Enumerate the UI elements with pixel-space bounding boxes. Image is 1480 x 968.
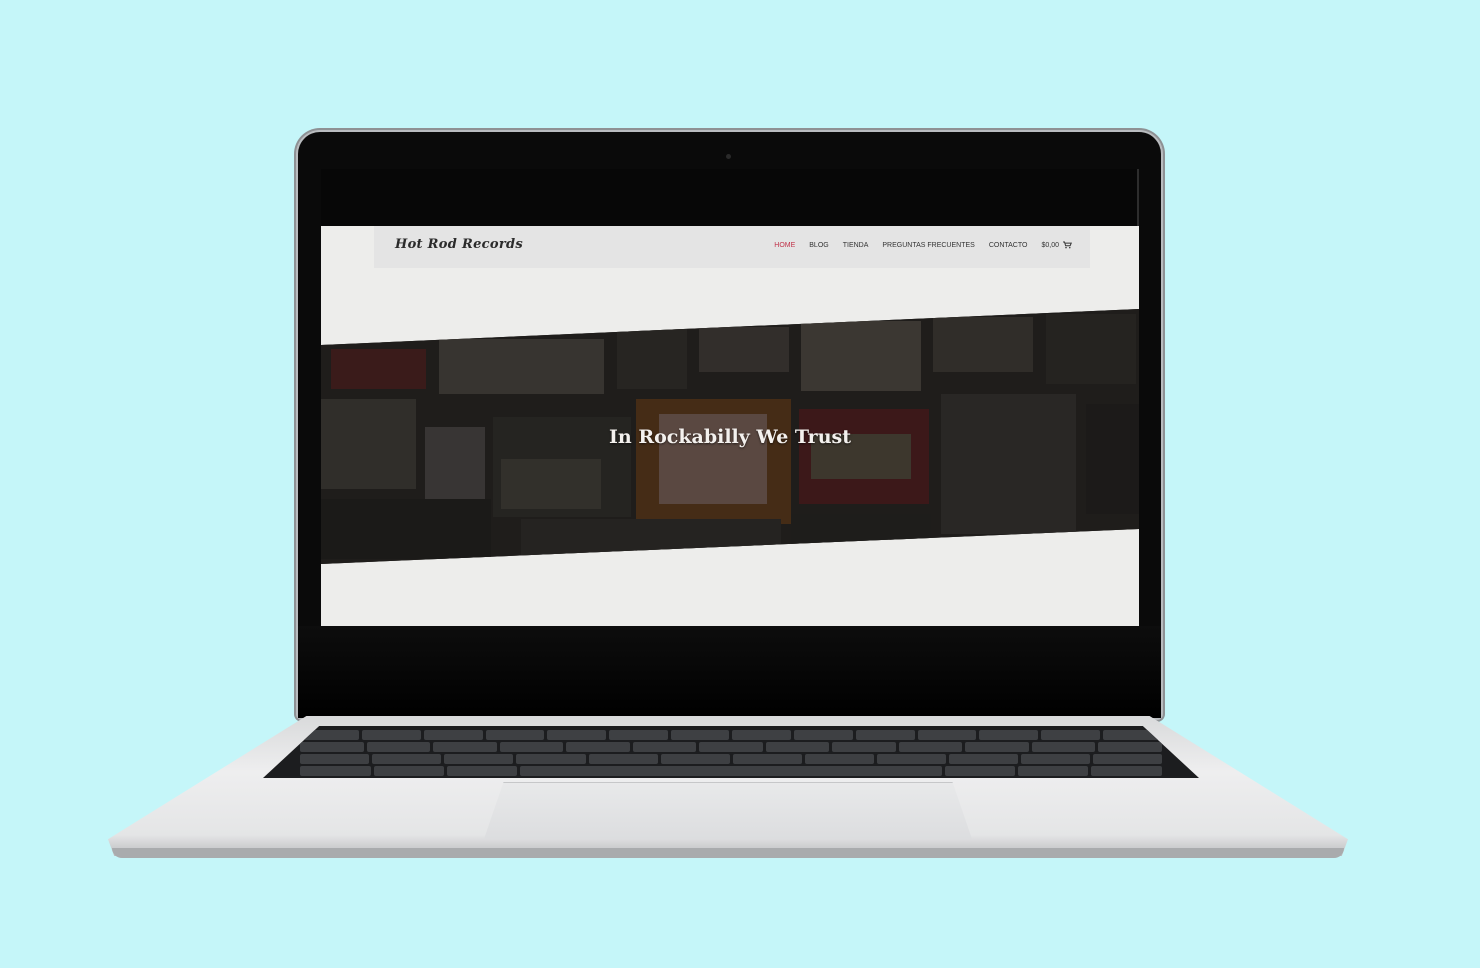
screen-top-bar	[321, 169, 1139, 226]
cart-icon	[1063, 241, 1072, 249]
laptop-foot	[112, 848, 1344, 858]
nav-contacto[interactable]: CONTACTO	[989, 242, 1028, 249]
keyboard-row	[263, 742, 1199, 752]
nav-preguntas-frecuentes[interactable]: PREGUNTAS FRECUENTES	[882, 242, 974, 249]
hero-banner: In Rockabilly We Trust	[321, 309, 1139, 564]
keyboard-row	[263, 754, 1199, 764]
screen: Hot Rod Records HOME BLOG TIENDA PREGUNT…	[321, 169, 1139, 626]
nav-home[interactable]: HOME	[774, 242, 795, 249]
main-menu: HOME BLOG TIENDA PREGUNTAS FRECUENTES CO…	[774, 241, 1072, 249]
site-header: Hot Rod Records HOME BLOG TIENDA PREGUNT…	[374, 226, 1090, 268]
site-logo[interactable]: Hot Rod Records	[395, 237, 523, 252]
nav-blog[interactable]: BLOG	[809, 242, 828, 249]
cart-link[interactable]: $0,00	[1041, 241, 1072, 249]
keyboard-row	[263, 766, 1199, 776]
nav-tienda[interactable]: TIENDA	[843, 242, 869, 249]
keyboard-row	[263, 730, 1199, 740]
hero-title: In Rockabilly We Trust	[609, 426, 851, 448]
screen-scrollbar	[1137, 169, 1139, 226]
laptop-lid: Hot Rod Records HOME BLOG TIENDA PREGUNT…	[298, 132, 1161, 718]
camera	[726, 154, 731, 159]
trackpad	[484, 782, 972, 839]
cart-total: $0,00	[1041, 241, 1059, 249]
screen-bezel-bottom	[298, 626, 1161, 718]
keyboard	[263, 726, 1199, 778]
